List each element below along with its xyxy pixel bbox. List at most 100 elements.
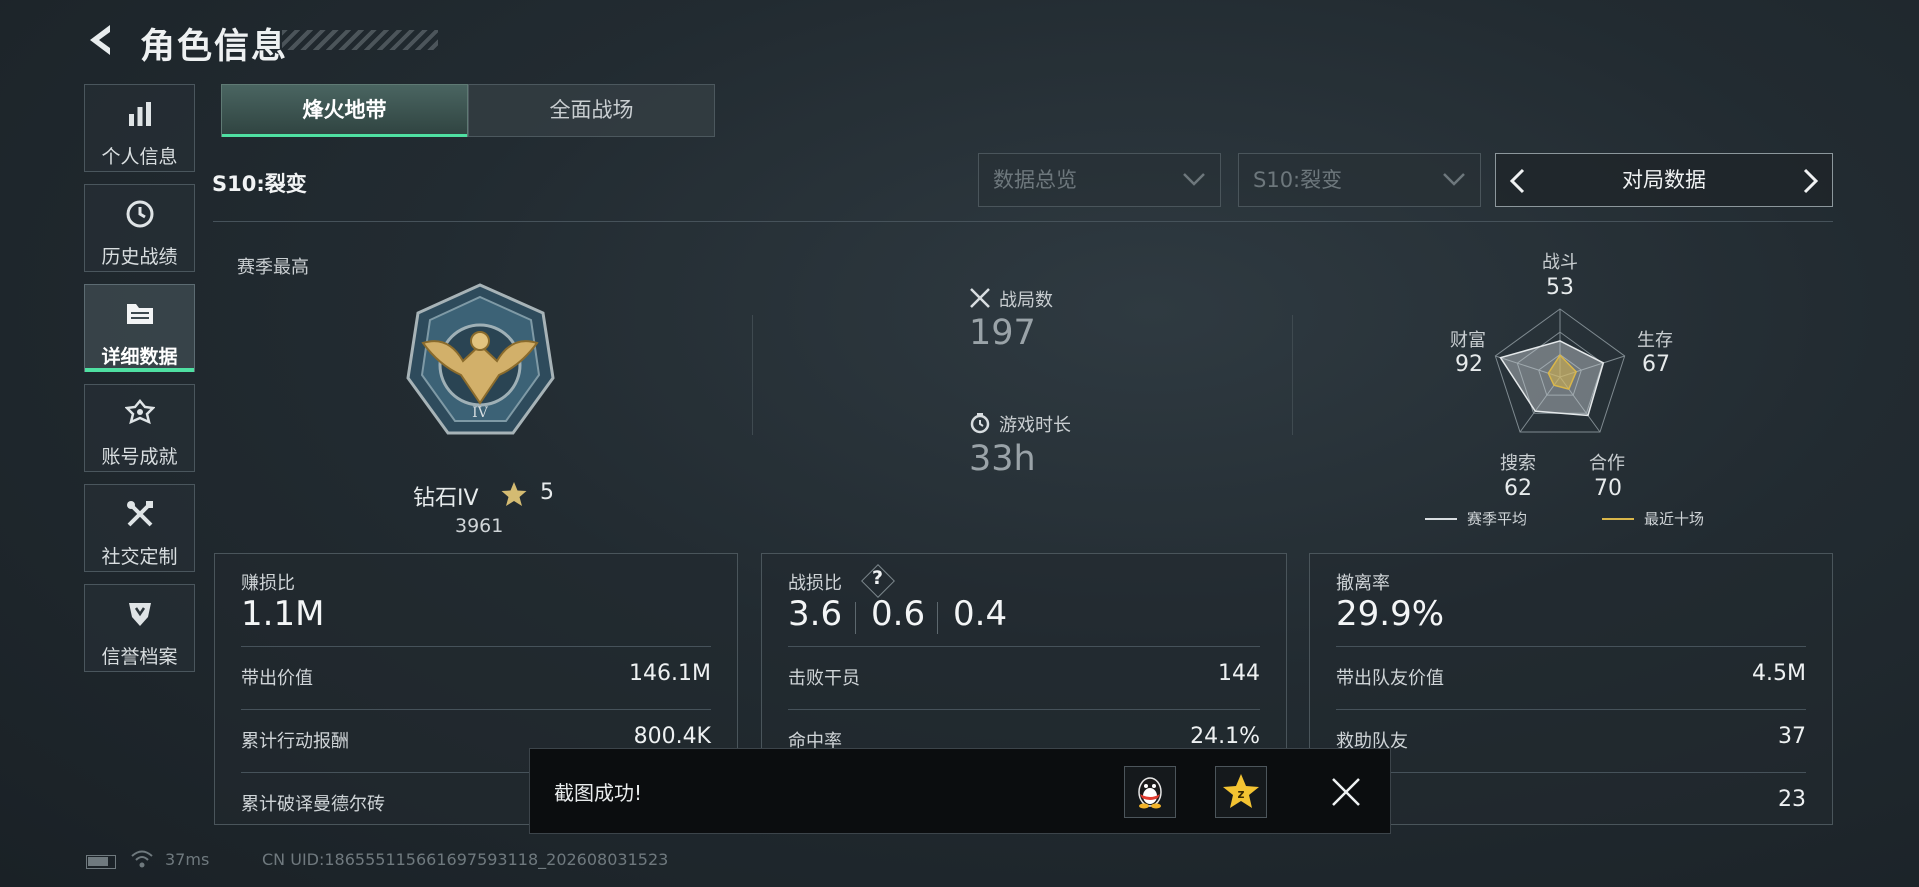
legend-recent-label: 最近十场 bbox=[1644, 510, 1705, 528]
diamond-rank-emblem-icon: IV bbox=[406, 283, 555, 435]
folder-icon bbox=[85, 297, 194, 331]
divider bbox=[855, 602, 856, 634]
close-icon[interactable] bbox=[1329, 775, 1363, 809]
matches-value: 197 bbox=[969, 313, 1036, 353]
share-qzone-button[interactable]: z bbox=[1215, 766, 1267, 818]
achievement-medal-icon bbox=[85, 397, 194, 431]
radar-axis-label-combat: 战斗 bbox=[1542, 252, 1578, 273]
row-label: 带出价值 bbox=[241, 668, 313, 689]
tab-warzone[interactable]: 烽火地带 bbox=[221, 84, 468, 137]
chevron-right-icon[interactable] bbox=[1800, 168, 1820, 194]
divider bbox=[213, 221, 1833, 222]
card-value: 29.9% bbox=[1336, 594, 1445, 634]
divider bbox=[788, 709, 1260, 710]
dropdown-value: S10:裂变 bbox=[1253, 168, 1343, 192]
sidebar-item-detailed-data[interactable]: 详细数据 bbox=[84, 284, 195, 372]
sidebar-item-label: 个人信息 bbox=[101, 146, 178, 168]
legend-season-avg-label: 赛季平均 bbox=[1467, 510, 1528, 528]
playtime-value: 33h bbox=[969, 439, 1036, 479]
back-arrow-icon[interactable] bbox=[84, 22, 120, 58]
sidebar-item-achievements[interactable]: 账号成就 bbox=[84, 384, 195, 472]
crossed-swords-icon bbox=[970, 288, 990, 308]
season-dropdown[interactable]: S10:裂变 bbox=[1238, 153, 1481, 207]
radar-axis-value-wealth: 92 bbox=[1455, 352, 1483, 377]
screenshot-toast: 截图成功! z bbox=[529, 748, 1391, 834]
page-title: 角色信息 bbox=[140, 27, 289, 67]
divider bbox=[788, 646, 1260, 647]
legend-recent-swatch bbox=[1602, 518, 1634, 520]
row-value: 37 bbox=[1778, 724, 1806, 749]
ping-text: 37ms bbox=[165, 850, 210, 869]
radar-axis-value-combat: 53 bbox=[1546, 275, 1574, 300]
divider bbox=[937, 602, 938, 634]
divider bbox=[752, 315, 753, 435]
dropdown-value: 数据总览 bbox=[993, 168, 1077, 192]
tab-label: 烽火地带 bbox=[302, 98, 387, 122]
svg-text:IV: IV bbox=[472, 405, 489, 421]
kd-value-3: 0.4 bbox=[953, 594, 1008, 634]
card-value: 1.1M bbox=[241, 594, 325, 634]
radar-axis-label-cooperation: 合作 bbox=[1589, 453, 1625, 474]
tools-icon bbox=[85, 497, 194, 531]
matches-label: 战局数 bbox=[999, 290, 1053, 311]
sidebar-item-personal-info[interactable]: 个人信息 bbox=[84, 84, 195, 172]
card-title: 撤离率 bbox=[1336, 573, 1390, 594]
tab-label: 全面战场 bbox=[549, 98, 634, 122]
bar-chart-icon bbox=[85, 97, 194, 131]
share-qq-button[interactable] bbox=[1124, 766, 1176, 818]
data-category-switcher: 对局数据 bbox=[1495, 153, 1833, 207]
uid-text: CN UID:1865551156616975931​18_2026080315… bbox=[262, 850, 669, 869]
help-icon[interactable]: ? bbox=[872, 567, 883, 589]
sidebar-item-history[interactable]: 历史战绩 bbox=[84, 184, 195, 272]
sidebar-item-social[interactable]: 社交定制 bbox=[84, 484, 195, 572]
radar-axis-label-survival: 生存 bbox=[1637, 330, 1673, 351]
qq-penguin-icon bbox=[1138, 777, 1162, 809]
season-title: S10:裂变 bbox=[212, 172, 307, 196]
sidebar-item-label: 历史战绩 bbox=[101, 246, 178, 268]
card-title: 赚损比 bbox=[241, 573, 295, 594]
radar-axis-value-cooperation: 70 bbox=[1594, 476, 1622, 501]
row-value: 23 bbox=[1778, 787, 1806, 812]
tab-active-underline bbox=[222, 134, 467, 137]
kd-value-2: 0.6 bbox=[871, 594, 926, 634]
divider bbox=[1292, 315, 1293, 435]
radar-axis-label-wealth: 财富 bbox=[1450, 330, 1486, 351]
card-title: 战损比 bbox=[788, 573, 842, 594]
radar-chart bbox=[1494, 308, 1626, 433]
sidebar-item-label: 账号成就 bbox=[101, 446, 178, 468]
season-best-label: 赛季最高 bbox=[237, 257, 309, 278]
divider bbox=[1336, 709, 1806, 710]
sidebar-item-credit[interactable]: 信誉档案 bbox=[84, 584, 195, 672]
wifi-icon bbox=[131, 850, 153, 868]
radar-axis-value-search: 62 bbox=[1504, 476, 1532, 501]
stopwatch-icon bbox=[970, 413, 990, 434]
row-label: 累计破译曼德尔砖 bbox=[241, 794, 385, 815]
divider bbox=[1336, 646, 1806, 647]
data-category-label: 对局数据 bbox=[1622, 168, 1706, 192]
row-value: 146.1M bbox=[629, 661, 711, 686]
legend-season-avg-swatch bbox=[1425, 518, 1457, 520]
title-decoration bbox=[282, 30, 438, 50]
chevron-down-icon bbox=[1443, 173, 1465, 186]
kd-value-1: 3.6 bbox=[788, 594, 843, 634]
divider bbox=[1336, 772, 1806, 773]
row-label: 累计行动报酬 bbox=[241, 731, 349, 752]
radar-axis-value-survival: 67 bbox=[1642, 352, 1670, 377]
history-clock-icon bbox=[85, 197, 194, 231]
row-value: 4.5M bbox=[1752, 661, 1806, 686]
data-type-dropdown[interactable]: 数据总览 bbox=[978, 153, 1221, 207]
toast-message: 截图成功! bbox=[554, 781, 643, 805]
divider bbox=[241, 709, 711, 710]
row-label: 带出队友价值 bbox=[1336, 668, 1444, 689]
row-value: 24.1% bbox=[1190, 724, 1260, 749]
row-value: 800.4K bbox=[633, 724, 711, 749]
rank-score: 3961 bbox=[455, 515, 504, 537]
tab-full-battlefield[interactable]: 全面战场 bbox=[468, 84, 715, 137]
row-label: 击败干员 bbox=[788, 668, 860, 689]
star-icon bbox=[501, 482, 527, 506]
chevron-down-icon bbox=[1183, 173, 1205, 186]
sidebar-item-label: 社交定制 bbox=[101, 546, 178, 568]
sidebar-item-label: 信誉档案 bbox=[101, 646, 178, 668]
active-indicator bbox=[85, 368, 194, 372]
row-value: 144 bbox=[1218, 661, 1260, 686]
